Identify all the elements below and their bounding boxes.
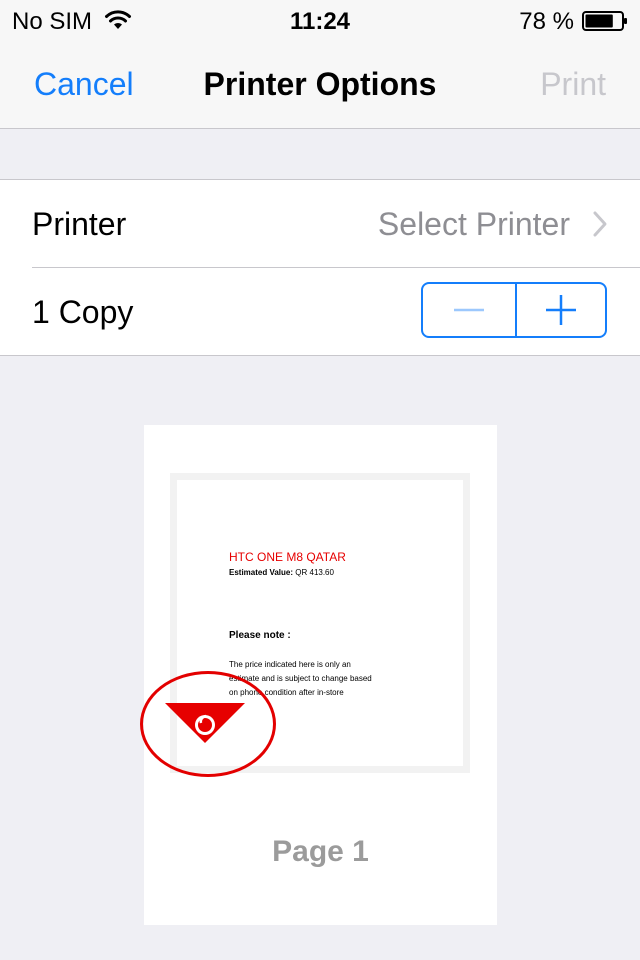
copies-stepper (421, 282, 607, 338)
minus-icon (454, 308, 484, 312)
select-printer-value: Select Printer (377, 206, 570, 242)
note-heading: Please note : (229, 630, 291, 641)
chevron-right-icon (593, 211, 607, 237)
note-line: The price indicated here is only an (229, 660, 351, 669)
increment-button[interactable] (515, 284, 607, 336)
battery-icon (582, 11, 627, 31)
navigation-bar: Cancel Printer Options Print (0, 40, 640, 129)
printer-row[interactable]: Printer Select Printer (0, 180, 640, 267)
annotation-circle (140, 671, 276, 777)
estimated-value: Estimated Value: QR 413.60 (229, 568, 334, 577)
copies-label: 1 Copy (32, 294, 134, 330)
print-button[interactable]: Print (540, 66, 606, 103)
plus-icon (546, 295, 576, 325)
print-preview-page[interactable]: HTC ONE M8 QATAR Estimated Value: QR 413… (140, 425, 497, 925)
estimated-value-label: Estimated Value: (229, 568, 294, 577)
document-title: HTC ONE M8 QATAR (229, 550, 346, 564)
note-line: estimate and is subject to change based (229, 674, 372, 683)
page-number-label: Page 1 (272, 835, 369, 868)
status-bar: No SIM 11:24 78 % (0, 0, 640, 40)
estimated-value-amount: QR 413.60 (295, 568, 334, 577)
printer-options-group: Printer Select Printer 1 Copy (0, 179, 640, 356)
printer-label: Printer (32, 206, 127, 242)
decrement-button[interactable] (423, 284, 517, 336)
copies-row: 1 Copy (0, 268, 640, 355)
battery-percentage: 78 % (519, 8, 574, 35)
